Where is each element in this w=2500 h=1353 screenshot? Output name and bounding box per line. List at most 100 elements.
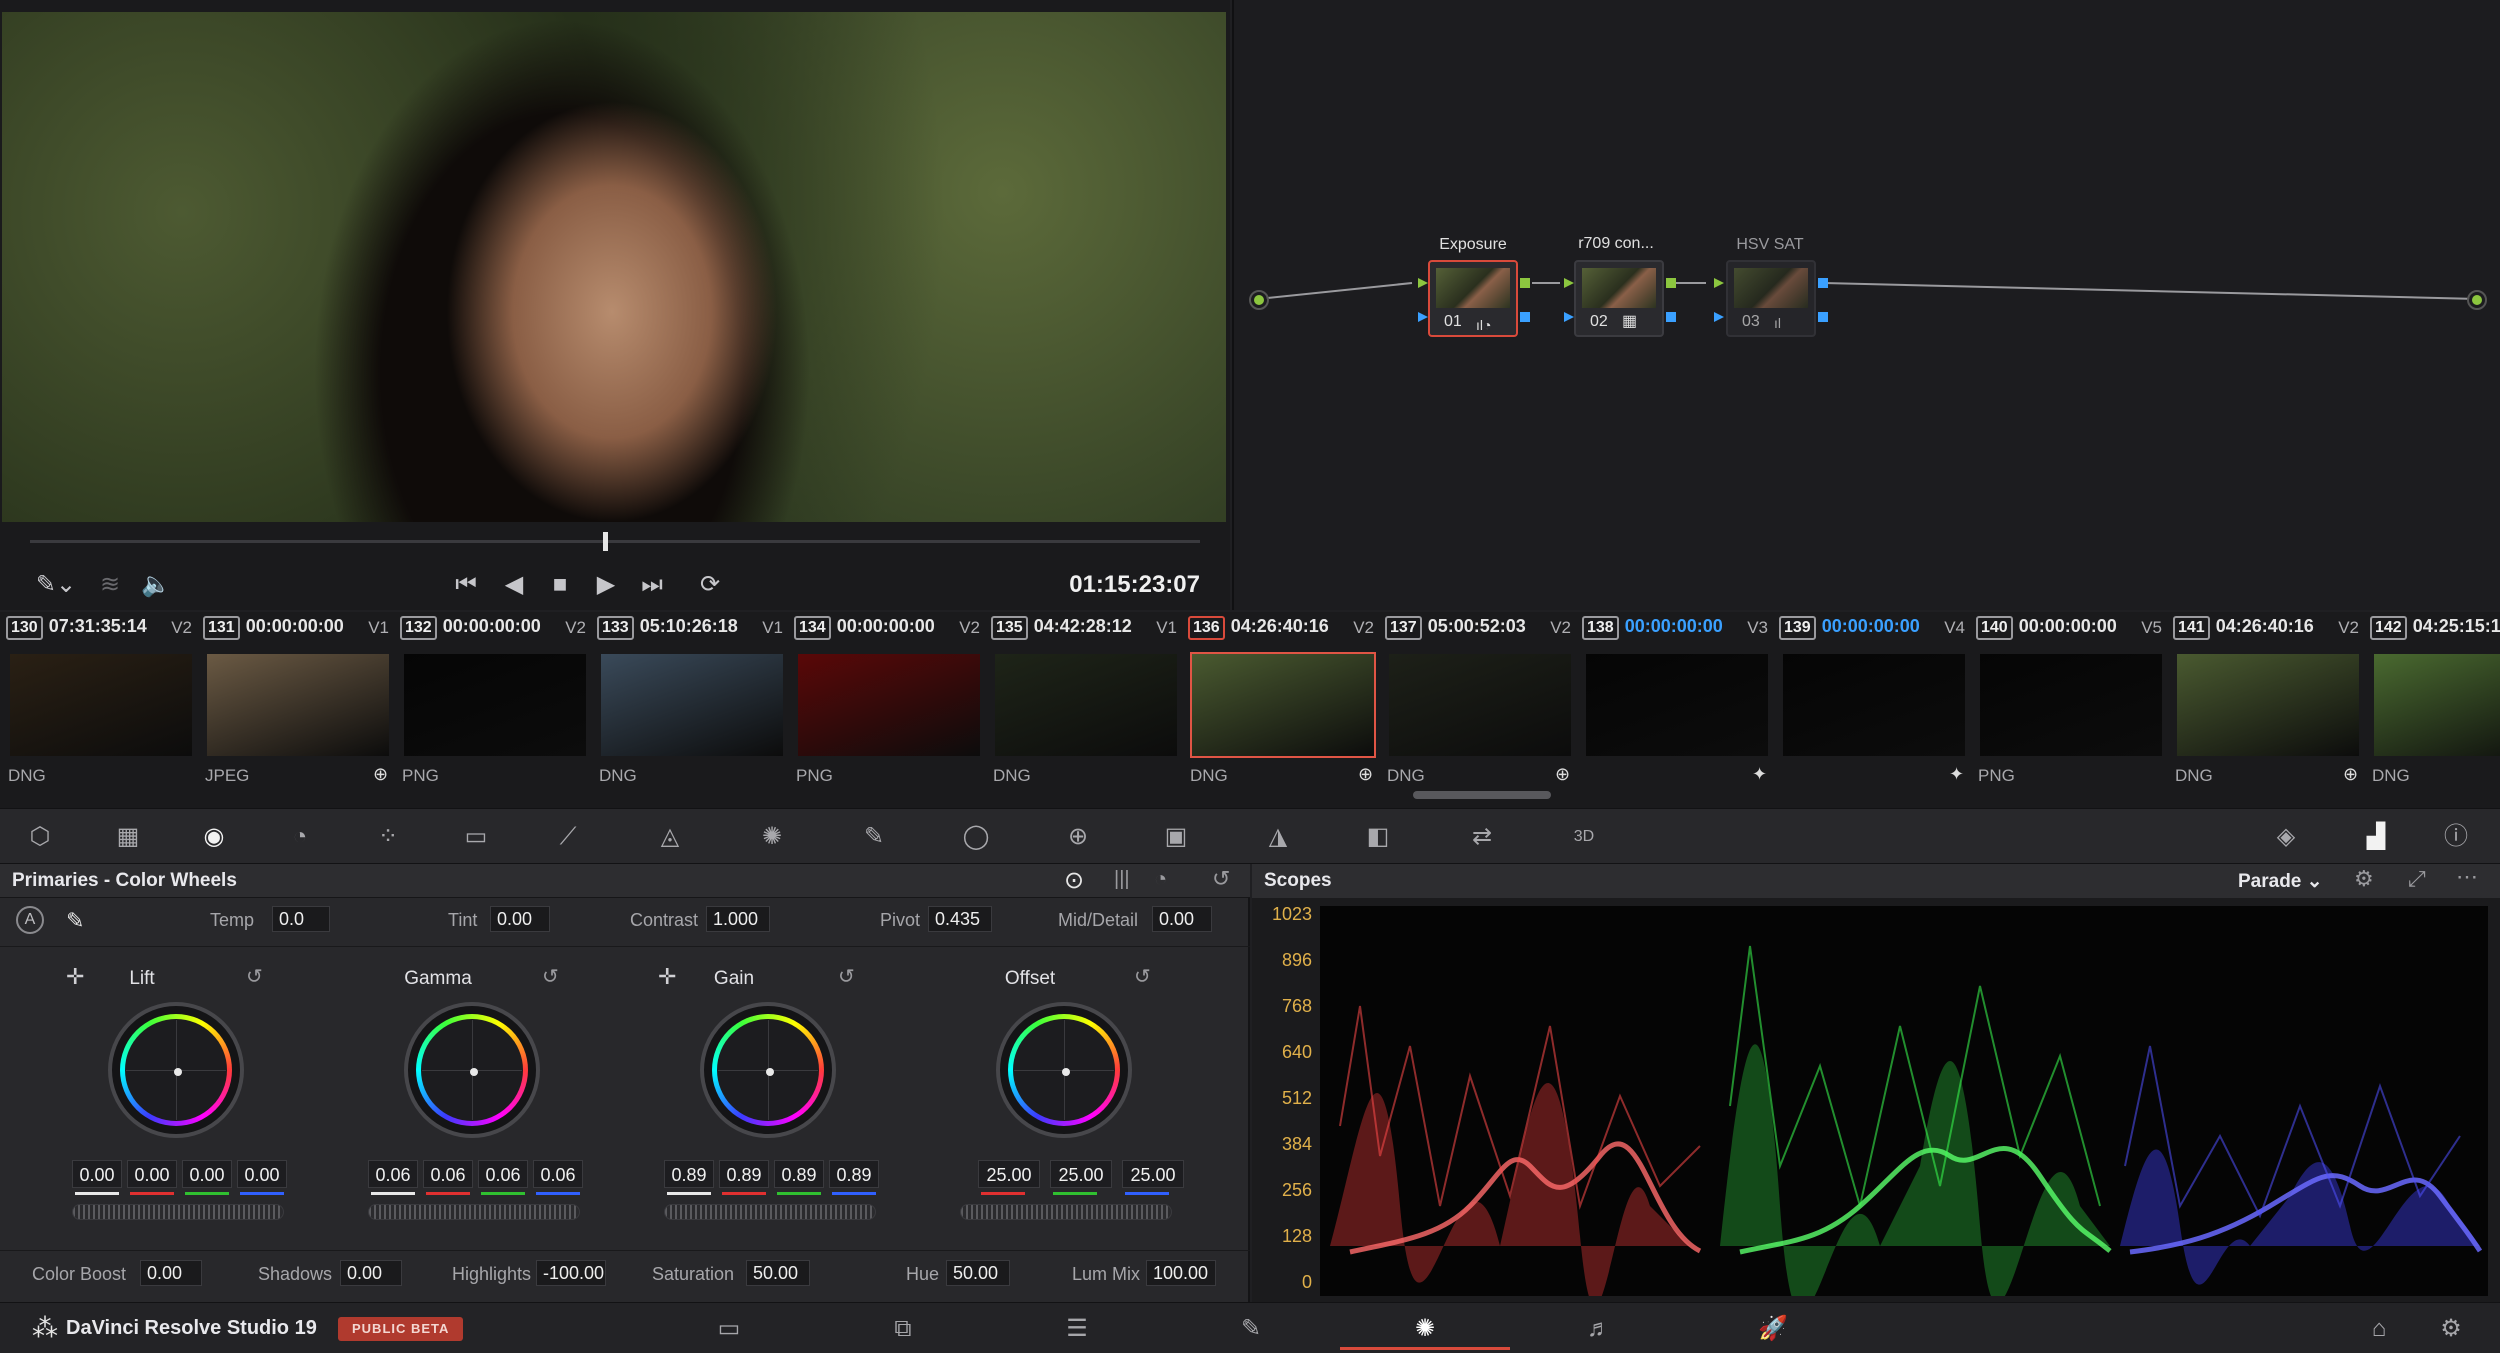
keyframes-icon[interactable]: ◈ — [2266, 819, 2306, 855]
home-icon[interactable]: ⌂ — [2354, 1313, 2404, 1345]
blur-icon[interactable]: ◮ — [1258, 819, 1298, 855]
highlights-field[interactable]: -100.00 — [536, 1260, 606, 1286]
node-input-icon[interactable] — [1564, 278, 1574, 288]
clip-130[interactable]: 130 07:31:35:14 V2 DNG — [0, 612, 196, 802]
clip-133[interactable]: 133 05:10:26:18 V1 DNG — [591, 612, 787, 802]
wheel-value-field[interactable]: 0.00 — [237, 1160, 287, 1188]
wheel-value-field[interactable]: 25.00 — [978, 1160, 1040, 1188]
viewer-scrubber[interactable] — [30, 540, 1200, 543]
wheel-value-field[interactable]: 0.06 — [423, 1160, 473, 1188]
clip-137[interactable]: 137 05:00:52:03 V2 DNG ⊕ — [1379, 612, 1575, 802]
saturation-field[interactable]: 50.00 — [746, 1260, 810, 1286]
clip-thumbnail[interactable] — [2372, 652, 2500, 758]
wheel-puck[interactable] — [1062, 1068, 1070, 1076]
node-graph[interactable]: Exposure 01 ıl◔ r709 con... 02 ▦ HSV SAT… — [1232, 0, 2500, 610]
clip-136[interactable]: 136 04:26:40:16 V2 DNG ⊕ — [1182, 612, 1378, 802]
clip-138[interactable]: 138 00:00:00:00 V3 ✦ — [1576, 612, 1772, 802]
color-page-icon[interactable]: ✺ — [1400, 1313, 1450, 1345]
node-input-icon[interactable] — [1418, 278, 1428, 288]
3d-icon[interactable]: 3D — [1564, 819, 1604, 855]
wheel-value-field[interactable]: 0.00 — [182, 1160, 232, 1188]
clip-140[interactable]: 140 00:00:00:00 V5 PNG — [1970, 612, 2166, 802]
node-key-input-icon[interactable] — [1564, 312, 1574, 322]
stop-icon[interactable]: ■ — [542, 565, 578, 605]
wheel-value-field[interactable]: 0.89 — [774, 1160, 824, 1188]
node-03[interactable]: 03 ıl — [1726, 260, 1816, 337]
node-output-port[interactable] — [1666, 278, 1676, 288]
wheel-reset-icon[interactable]: ↺ — [542, 964, 559, 989]
master-wheel-jog[interactable] — [72, 1204, 284, 1220]
skip-back-icon[interactable]: ⏮ — [448, 565, 484, 605]
viewer-image[interactable] — [2, 12, 1226, 522]
fusion-page-icon[interactable]: ✎ — [1226, 1313, 1276, 1345]
wheel-reset-icon[interactable]: ↺ — [1134, 964, 1151, 989]
lum-mix-field[interactable]: 100.00 — [1146, 1260, 1216, 1286]
color-wheel[interactable] — [996, 1002, 1132, 1138]
primaries-wheels-icon[interactable]: ⊙ — [1064, 866, 1084, 895]
window-icon[interactable]: ◯ — [956, 819, 996, 855]
clip-thumbnail[interactable] — [1584, 652, 1770, 758]
qualifier-icon[interactable]: ✺ — [752, 819, 792, 855]
master-wheel-jog[interactable] — [960, 1204, 1172, 1220]
deliver-page-icon[interactable]: 🚀 — [1748, 1313, 1798, 1345]
hdr-wheels-icon[interactable]: ◔ — [280, 819, 320, 855]
shadows-field[interactable]: 0.00 — [340, 1260, 402, 1286]
layers-icon[interactable]: ≋ — [92, 565, 128, 605]
pivot-field[interactable]: 0.435 — [928, 906, 992, 932]
node-key-input-icon[interactable] — [1418, 312, 1428, 322]
contrast-field[interactable]: 1.000 — [706, 906, 770, 932]
clip-timeline[interactable]: 130 07:31:35:14 V2 DNG 131 00:00:00:00 V1 JPEG ⊕… — [0, 612, 2500, 808]
master-wheel-jog[interactable] — [368, 1204, 580, 1220]
clip-thumbnail[interactable] — [599, 652, 785, 758]
media-page-icon[interactable]: ▭ — [704, 1313, 754, 1345]
motion-effects-icon[interactable]: ▭ — [456, 819, 496, 855]
node-output-port[interactable] — [1818, 278, 1828, 288]
camera-raw-icon[interactable]: ⬡ — [20, 819, 60, 855]
clip-139[interactable]: 139 00:00:00:00 V4 ✦ — [1773, 612, 1969, 802]
clip-thumbnail[interactable] — [796, 652, 982, 758]
edit-page-icon[interactable]: ☰ — [1052, 1313, 1102, 1345]
clip-thumbnail[interactable] — [1781, 652, 1967, 758]
clip-141[interactable]: 141 04:26:40:16 V2 DNG ⊕ — [2167, 612, 2363, 802]
auto-balance-button[interactable]: A — [16, 906, 44, 934]
color-boost-field[interactable]: 0.00 — [140, 1260, 202, 1286]
curves-icon[interactable]: ⟋ — [548, 819, 588, 855]
white-balance-picker-icon[interactable]: ✎ — [66, 908, 84, 934]
speaker-icon[interactable]: 🔈 — [138, 565, 174, 605]
color-wheel[interactable] — [700, 1002, 836, 1138]
master-wheel-jog[interactable] — [664, 1204, 876, 1220]
mid-detail-field[interactable]: 0.00 — [1152, 906, 1212, 932]
play-icon[interactable]: ▶ — [588, 565, 624, 605]
node-input-icon[interactable] — [1714, 278, 1724, 288]
wheel-value-field[interactable]: 0.06 — [368, 1160, 418, 1188]
clip-thumbnail[interactable] — [1387, 652, 1573, 758]
info-icon[interactable]: ⓘ — [2436, 819, 2476, 855]
node-key-output-port[interactable] — [1520, 312, 1530, 322]
color-wheel[interactable] — [108, 1002, 244, 1138]
skip-forward-icon[interactable]: ⏭ — [634, 565, 670, 605]
wheel-reset-icon[interactable]: ↺ — [838, 964, 855, 989]
clip-142[interactable]: 142 04:25:15:1 DNG — [2364, 612, 2500, 802]
magic-mask-icon[interactable]: ▣ — [1156, 819, 1196, 855]
clip-thumbnail[interactable] — [993, 652, 1179, 758]
clip-131[interactable]: 131 00:00:00:00 V1 JPEG ⊕ — [197, 612, 393, 802]
clip-thumbnail[interactable] — [1978, 652, 2164, 758]
cut-page-icon[interactable]: ⧉ — [878, 1313, 928, 1345]
wheel-puck[interactable] — [470, 1068, 478, 1076]
wheel-puck[interactable] — [766, 1068, 774, 1076]
clip-thumbnail[interactable] — [1190, 652, 1376, 758]
output-port[interactable] — [2467, 290, 2487, 310]
reset-icon[interactable]: ↺ — [1212, 866, 1230, 892]
wheel-value-field[interactable]: 0.89 — [719, 1160, 769, 1188]
hue-field[interactable]: 50.00 — [946, 1260, 1010, 1286]
sizing-icon[interactable]: ⇄ — [1462, 819, 1502, 855]
clip-134[interactable]: 134 00:00:00:00 V2 PNG — [788, 612, 984, 802]
node-02[interactable]: 02 ▦ — [1574, 260, 1664, 337]
key-icon[interactable]: ◧ — [1358, 819, 1398, 855]
wheel-reset-icon[interactable]: ↺ — [246, 964, 263, 989]
wheel-value-field[interactable]: 25.00 — [1122, 1160, 1184, 1188]
rgb-mixer-icon[interactable]: ⁘ — [368, 819, 408, 855]
node-key-output-port[interactable] — [1666, 312, 1676, 322]
color-match-icon[interactable]: ▦ — [108, 819, 148, 855]
temp-field[interactable]: 0.0 — [272, 906, 330, 932]
